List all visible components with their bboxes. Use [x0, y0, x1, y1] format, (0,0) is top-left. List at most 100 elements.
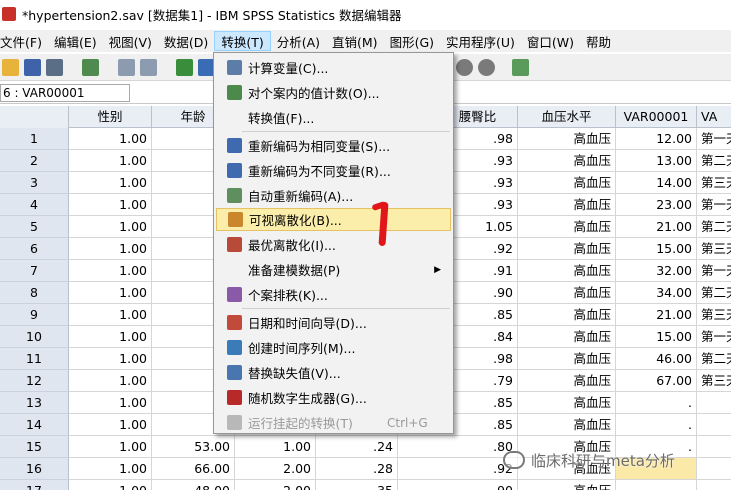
table-cell[interactable]: 1.00: [235, 436, 316, 458]
goto-case-icon[interactable]: [176, 59, 193, 76]
table-cell[interactable]: 高血压: [518, 480, 616, 490]
table-cell[interactable]: 15.00: [616, 326, 697, 348]
table-cell[interactable]: 高血压: [518, 414, 616, 436]
table-cell[interactable]: .35: [316, 480, 398, 490]
table-cell[interactable]: 14.00: [616, 172, 697, 194]
table-cell[interactable]: 第三天: [697, 370, 731, 392]
table-cell[interactable]: 1.00: [69, 326, 152, 348]
table-cell[interactable]: 1.00: [69, 414, 152, 436]
table-cell[interactable]: 12.00: [616, 128, 697, 150]
menu-utilities[interactable]: 实用程序(U): [440, 31, 521, 51]
spell-check-icon[interactable]: [512, 59, 529, 76]
menu-item-recode-same[interactable]: 重新编码为相同变量(S)...: [216, 134, 451, 157]
menu-window[interactable]: 窗口(W): [521, 31, 580, 51]
menu-file[interactable]: 文件(F): [0, 31, 48, 51]
table-cell[interactable]: .: [616, 414, 697, 436]
table-cell[interactable]: .24: [316, 436, 398, 458]
table-cell[interactable]: .92: [398, 458, 518, 480]
table-cell[interactable]: .28: [316, 458, 398, 480]
table-cell[interactable]: 高血压: [518, 172, 616, 194]
table-cell[interactable]: 2.00: [235, 480, 316, 490]
table-cell[interactable]: 13.00: [616, 150, 697, 172]
table-cell[interactable]: .80: [398, 436, 518, 458]
table-cell[interactable]: 高血压: [518, 282, 616, 304]
row-number[interactable]: 9: [0, 304, 69, 326]
cell-reference-field[interactable]: 6 : VAR00001: [0, 84, 130, 102]
value-labels-icon[interactable]: [456, 59, 473, 76]
table-cell[interactable]: 第一天: [697, 326, 731, 348]
row-number[interactable]: 17: [0, 480, 69, 490]
menu-item-item-2[interactable]: 转换值(F)...: [216, 106, 451, 129]
table-cell[interactable]: 48.00: [152, 480, 235, 490]
table-cell[interactable]: .: [616, 392, 697, 414]
table-cell[interactable]: 高血压: [518, 326, 616, 348]
table-cell[interactable]: 34.00: [616, 282, 697, 304]
menu-analyze[interactable]: 分析(A): [271, 31, 326, 51]
table-cell[interactable]: 高血压: [518, 238, 616, 260]
open-icon[interactable]: [2, 59, 19, 76]
table-cell[interactable]: 46.00: [616, 348, 697, 370]
print-icon[interactable]: [46, 59, 63, 76]
row-number[interactable]: 8: [0, 282, 69, 304]
row-number[interactable]: 10: [0, 326, 69, 348]
table-cell[interactable]: .90: [398, 480, 518, 490]
menu-data[interactable]: 数据(D): [158, 31, 214, 51]
table-cell[interactable]: 21.00: [616, 216, 697, 238]
menu-help[interactable]: 帮助: [580, 31, 617, 51]
row-number[interactable]: 6: [0, 238, 69, 260]
table-cell[interactable]: 高血压: [518, 304, 616, 326]
row-number[interactable]: 13: [0, 392, 69, 414]
table-cell[interactable]: 1.00: [69, 260, 152, 282]
table-cell[interactable]: 高血压: [518, 392, 616, 414]
row-number[interactable]: 12: [0, 370, 69, 392]
redo-icon[interactable]: [140, 59, 157, 76]
table-cell[interactable]: 1.00: [69, 458, 152, 480]
menu-item-visual-binning[interactable]: 可视离散化(B)...: [216, 208, 451, 231]
table-cell[interactable]: 32.00: [616, 260, 697, 282]
table-cell[interactable]: 高血压: [518, 150, 616, 172]
table-cell[interactable]: 第一天: [697, 194, 731, 216]
menu-direct-marketing[interactable]: 直销(M): [326, 31, 384, 51]
menu-item-automatic-recode[interactable]: 自动重新编码(A)...: [216, 184, 451, 207]
table-cell[interactable]: 23.00: [616, 194, 697, 216]
menu-item-replace-missing[interactable]: 替换缺失值(V)...: [216, 361, 451, 384]
table-cell[interactable]: 第三天: [697, 238, 731, 260]
menu-item-recode-different[interactable]: 重新编码为不同变量(R)...: [216, 159, 451, 182]
grid-corner[interactable]: [0, 106, 69, 128]
use-sets-icon[interactable]: [478, 59, 495, 76]
column-header-var00002[interactable]: VA: [697, 106, 731, 128]
table-cell[interactable]: 2.00: [235, 458, 316, 480]
menu-item-date-time[interactable]: 日期和时间向导(D)...: [216, 311, 451, 334]
row-number[interactable]: 2: [0, 150, 69, 172]
table-cell[interactable]: 第三天: [697, 172, 731, 194]
menu-item-item-8[interactable]: 准备建模数据(P) ▶: [216, 258, 451, 281]
row-number[interactable]: 3: [0, 172, 69, 194]
menu-item-count-values[interactable]: 对个案内的值计数(O)...: [216, 81, 451, 104]
row-number[interactable]: 4: [0, 194, 69, 216]
table-cell[interactable]: 67.00: [616, 370, 697, 392]
table-cell[interactable]: 1.00: [69, 392, 152, 414]
table-cell[interactable]: 53.00: [152, 436, 235, 458]
row-number[interactable]: 11: [0, 348, 69, 370]
table-cell[interactable]: 1.00: [69, 150, 152, 172]
table-cell[interactable]: 1.00: [69, 348, 152, 370]
menu-graphs[interactable]: 图形(G): [384, 31, 440, 51]
save-icon[interactable]: [24, 59, 41, 76]
dialog-recall-icon[interactable]: [82, 59, 99, 76]
table-cell[interactable]: [616, 480, 697, 490]
table-cell[interactable]: [697, 392, 731, 414]
column-header-gender[interactable]: 性别: [69, 106, 152, 128]
column-header-var00001[interactable]: VAR00001: [616, 106, 697, 128]
table-cell[interactable]: [697, 480, 731, 490]
table-cell[interactable]: 高血压: [518, 194, 616, 216]
menu-item-rank-cases[interactable]: 个案排秩(K)...: [216, 283, 451, 306]
table-cell[interactable]: [697, 414, 731, 436]
menu-transform[interactable]: 转换(T): [214, 31, 271, 51]
table-cell[interactable]: 高血压: [518, 348, 616, 370]
menu-item-time-series[interactable]: 创建时间序列(M)...: [216, 336, 451, 359]
table-cell[interactable]: 1.00: [69, 282, 152, 304]
menu-item-optimal-binning[interactable]: 最优离散化(I)...: [216, 233, 451, 256]
table-cell[interactable]: 高血压: [518, 216, 616, 238]
menu-item-compute-variable[interactable]: 计算变量(C)...: [216, 56, 451, 79]
table-cell[interactable]: 1.00: [69, 216, 152, 238]
